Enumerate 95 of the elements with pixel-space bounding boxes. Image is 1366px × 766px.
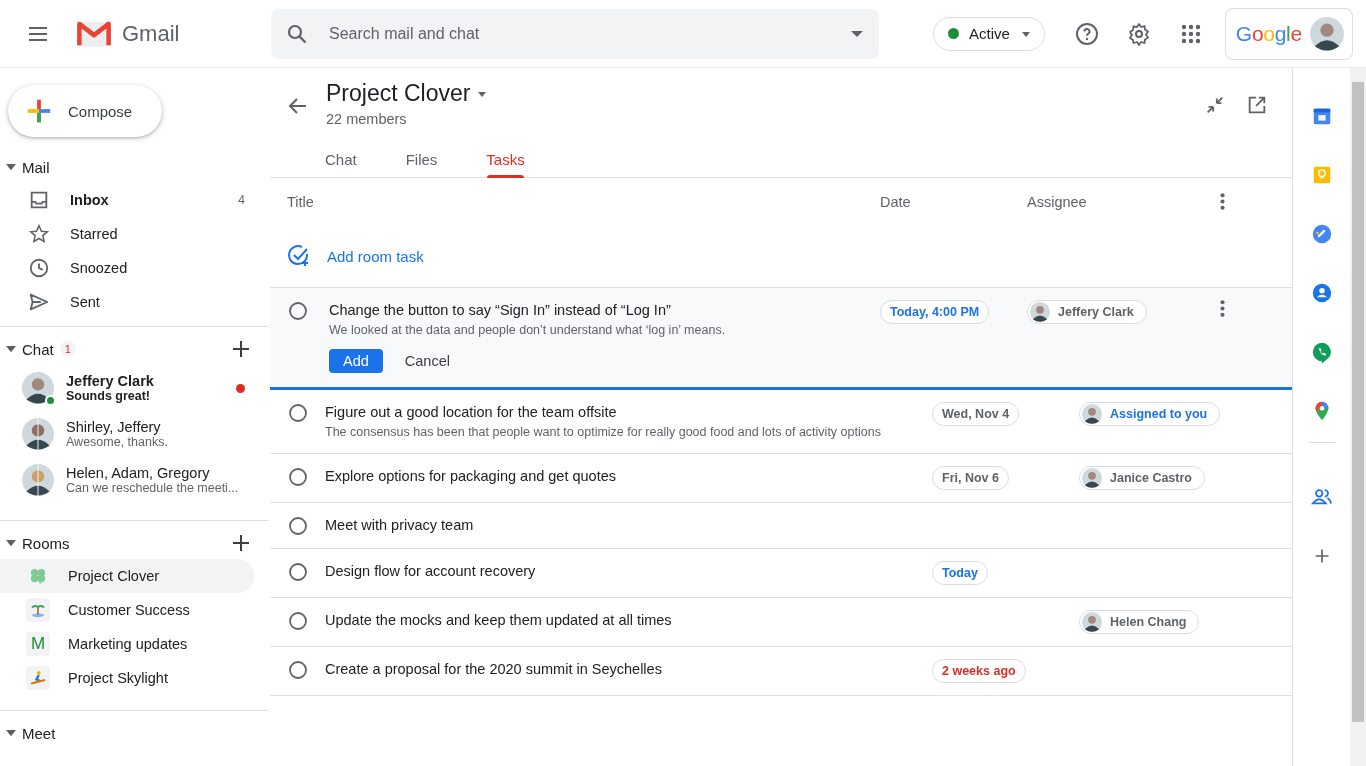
task-title[interactable]: Change the button to say “Sign In” instead of “Log In” xyxy=(329,300,880,320)
room-letter-icon: M xyxy=(26,632,50,656)
add-task-button[interactable]: Add room task xyxy=(270,236,880,276)
chat-preview: Sounds great! xyxy=(66,389,152,403)
mail-folder[interactable]: Starred xyxy=(70,226,245,242)
room-title: Project Clover xyxy=(326,80,471,107)
contact-avatar xyxy=(22,372,54,404)
tasks-icon xyxy=(1310,222,1333,245)
task-description: We looked at the data and people don’t understand what ‘log in’ means. xyxy=(329,322,727,339)
task-checkbox[interactable] xyxy=(287,403,308,423)
avatar xyxy=(1030,302,1050,322)
avatar xyxy=(1082,612,1102,632)
column-header: Date xyxy=(880,193,912,210)
assignee-chip[interactable]: Jeffery Clark xyxy=(1027,300,1147,324)
cancel-button[interactable]: Cancel xyxy=(404,353,450,369)
compose-button[interactable]: Compose xyxy=(8,85,162,137)
avatar xyxy=(1082,468,1102,488)
brand-wordmark: Google xyxy=(1235,21,1302,46)
member-count: 22 members xyxy=(326,111,408,127)
task-title: Create a proposal for the 2020 summit in Seychelles xyxy=(325,660,663,679)
search-field[interactable]: Search mail and chat xyxy=(327,23,833,44)
date-chip[interactable]: Fri, Nov 6 xyxy=(932,466,1009,490)
assignee-chip[interactable]: Helen Chang xyxy=(1079,610,1200,634)
settings-icon xyxy=(1126,21,1151,46)
task-title: Meet with privacy team xyxy=(325,516,475,535)
date-chip[interactable]: Today, 4:00 PM xyxy=(880,300,990,324)
chat-name[interactable]: Jeffery Clark xyxy=(66,373,224,389)
open-external-icon xyxy=(1246,94,1268,116)
mail-folder[interactable]: Sent xyxy=(70,294,245,310)
column-header: Title xyxy=(286,193,315,210)
mail-folder[interactable]: Snoozed xyxy=(70,260,245,276)
caret-icon[interactable] xyxy=(6,538,16,548)
assignee-chip[interactable]: Janice Castro xyxy=(1079,466,1205,490)
product-name: Gmail xyxy=(122,20,180,47)
tab[interactable]: Files xyxy=(405,140,438,178)
clock-icon xyxy=(28,257,50,279)
date-chip[interactable]: 2 weeks ago xyxy=(932,659,1026,683)
phone-icon xyxy=(1310,340,1333,363)
chat-preview: Can we reschedule the meeti... xyxy=(66,481,240,495)
more-icon xyxy=(1219,300,1225,317)
profile-avatar xyxy=(1309,16,1344,51)
search-bar[interactable]: Search mail and chat xyxy=(271,8,879,59)
account-area[interactable]: Google xyxy=(1224,7,1353,60)
tab[interactable]: Chat xyxy=(325,140,357,178)
add-button[interactable]: Add xyxy=(329,349,383,373)
chat-preview: Awesome, thanks. xyxy=(66,435,169,449)
clover-icon xyxy=(28,566,48,586)
task-title: Design flow for account recovery xyxy=(325,562,537,581)
room-item[interactable]: Project Clover xyxy=(0,559,254,593)
chat-name[interactable]: Helen, Adam, Gregory xyxy=(66,465,245,481)
task-checkbox[interactable] xyxy=(287,660,308,680)
task-checkbox[interactable] xyxy=(287,562,308,582)
minimize-button[interactable] xyxy=(1204,94,1226,116)
assignee-chip[interactable]: Assigned to you xyxy=(1079,402,1221,426)
contacts-icon xyxy=(1310,281,1333,304)
task-description: The consensus has been that people want to optimize for really good food and lots of activity options xyxy=(325,424,882,441)
help-icon xyxy=(1074,21,1099,46)
send-icon xyxy=(28,291,50,313)
snowboarder-icon xyxy=(29,669,47,687)
task-checkbox[interactable] xyxy=(287,467,308,487)
unread-badge: 1 xyxy=(59,341,76,357)
dropdown-icon[interactable] xyxy=(851,30,863,37)
inbox-icon xyxy=(28,189,50,211)
room-item[interactable]: M Marketing updates xyxy=(0,627,254,661)
more-icon xyxy=(1219,193,1225,210)
add-task-icon xyxy=(287,244,311,268)
task-title: Explore options for packaging and get quotes xyxy=(325,467,617,486)
caret-icon[interactable] xyxy=(6,728,16,738)
chat-name[interactable]: Shirley, Jeffery xyxy=(66,419,245,435)
tab[interactable]: Tasks xyxy=(486,140,525,178)
task-title: Figure out a good location for the team offsite xyxy=(325,403,618,422)
avatar xyxy=(1082,404,1102,424)
column-header: Assignee xyxy=(1027,193,1088,210)
task-title: Update the mocks and keep them updated at all times xyxy=(325,611,673,630)
scrollbar-thumb[interactable] xyxy=(1352,82,1364,722)
status-button[interactable]: Active xyxy=(933,16,1045,51)
task-checkbox[interactable] xyxy=(287,301,308,321)
caret-icon[interactable] xyxy=(6,344,16,354)
task-checkbox[interactable] xyxy=(287,611,308,631)
unread-dot xyxy=(236,383,245,393)
task-checkbox[interactable] xyxy=(287,516,308,536)
section-title[interactable]: Mail xyxy=(22,158,50,176)
pop-out-button[interactable] xyxy=(1246,94,1268,116)
room-item[interactable]: Project Skylight xyxy=(0,661,254,695)
date-chip[interactable]: Today xyxy=(932,561,988,585)
date-chip[interactable]: Wed, Nov 4 xyxy=(932,402,1020,426)
section-title[interactable]: Chat xyxy=(22,340,54,358)
caret-icon[interactable] xyxy=(6,162,16,172)
section-title[interactable]: Meet xyxy=(22,724,56,742)
section-title[interactable]: Rooms xyxy=(22,534,70,552)
star-icon xyxy=(28,223,50,245)
unread-count: 4 xyxy=(238,193,245,207)
mail-folder[interactable]: Inbox xyxy=(70,192,219,208)
collapse-icon xyxy=(1204,94,1226,116)
room-item[interactable]: Customer Success xyxy=(0,593,254,627)
